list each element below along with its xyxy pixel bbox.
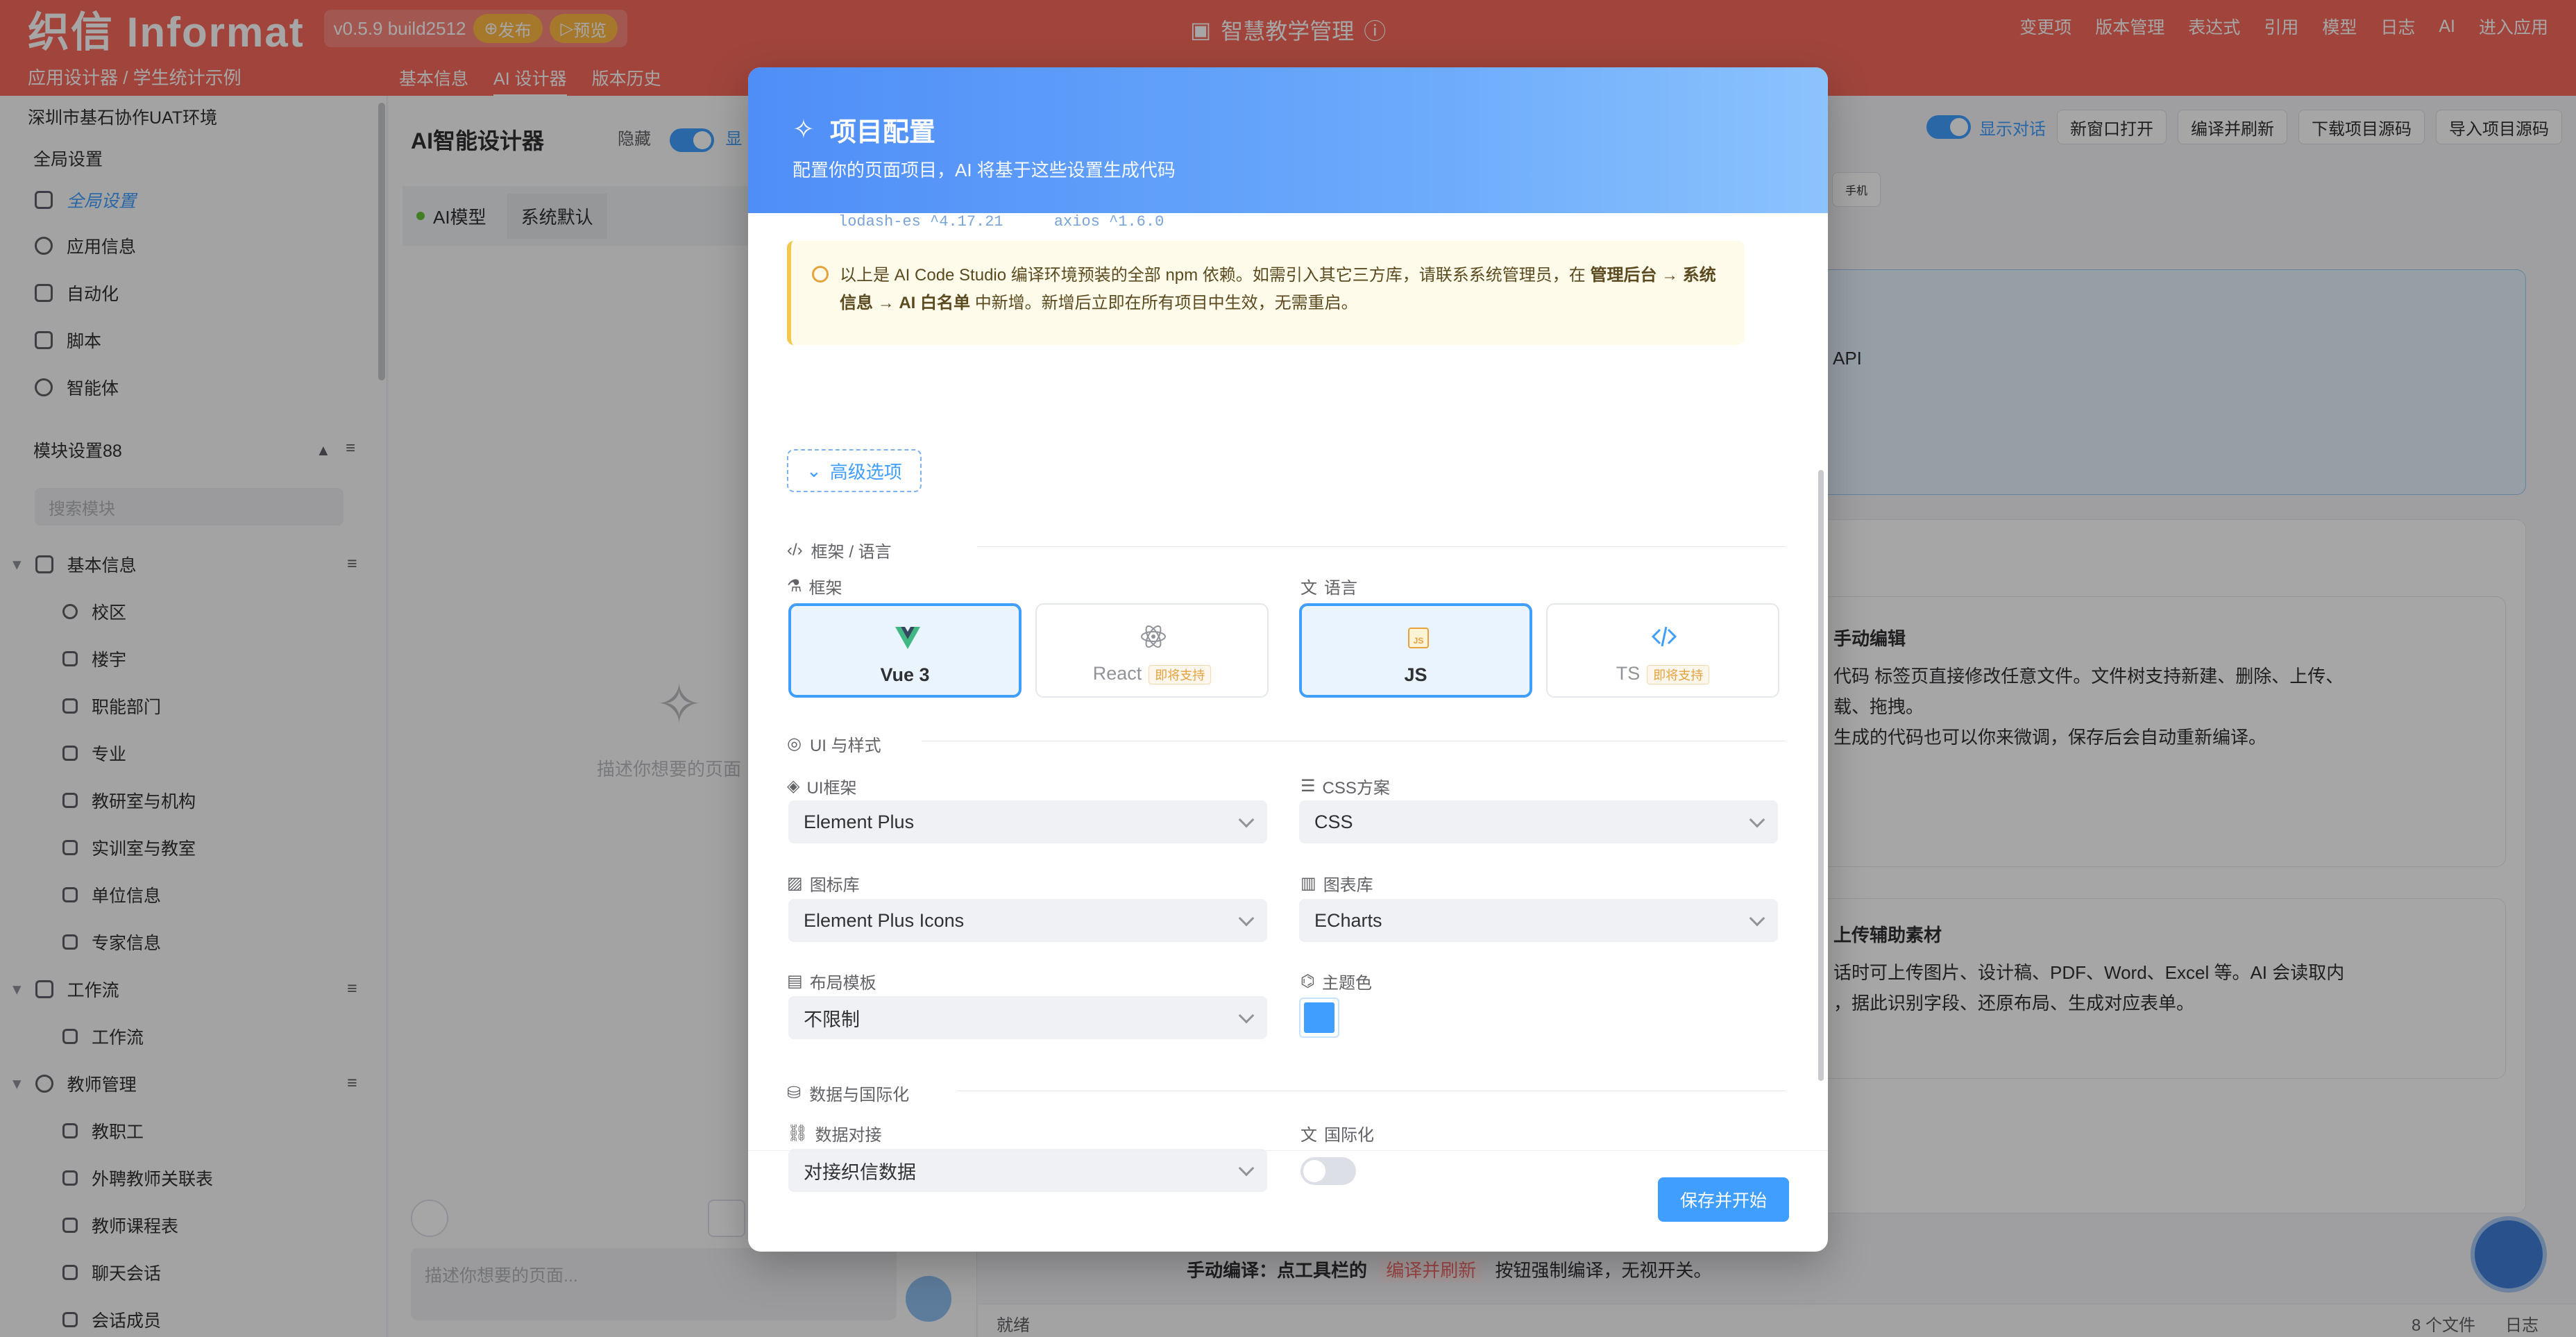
framework-label: ⚗ 框架	[787, 574, 842, 598]
magic-wand-icon: ✧	[793, 115, 815, 144]
database-icon: ⛁	[787, 1084, 802, 1102]
modal-body: lodash-es ^4.17.21 axios ^1.6.0 以上是 AI C…	[748, 213, 1828, 1220]
language-option-ts[interactable]: TS 即将支持	[1546, 603, 1779, 698]
npm-list: lodash-es ^4.17.21 axios ^1.6.0	[838, 213, 1164, 230]
warning-icon	[812, 266, 829, 283]
svg-text:JS: JS	[1414, 636, 1424, 646]
icon-lib-label-text: 图标库	[809, 876, 860, 895]
layers-icon: ◈	[787, 777, 800, 796]
theme-color-picker[interactable]	[1299, 998, 1339, 1038]
option-label: JS	[1404, 664, 1427, 685]
coming-soon-badge: 即将支持	[1149, 664, 1212, 684]
framework-label-text: 框架	[808, 579, 842, 598]
css-icon: ☰	[1300, 777, 1316, 796]
select-value: ECharts	[1314, 909, 1382, 931]
css-label: ☰ CSS方案	[1300, 774, 1390, 798]
advanced-options-button[interactable]: ⌄ 高级选项	[787, 449, 922, 492]
option-label-text: React	[1092, 663, 1142, 684]
language-label-text: 语言	[1324, 579, 1357, 598]
chevron-down-icon	[1238, 812, 1255, 828]
option-label-text: TS	[1616, 663, 1641, 684]
layout-label-text: 布局模板	[809, 974, 876, 993]
i18n-label-text: 国际化	[1324, 1126, 1374, 1145]
icon-lib-select[interactable]: Element Plus Icons	[788, 899, 1267, 942]
chart-lib-label: ▥ 图表库	[1300, 871, 1373, 895]
chevron-down-icon	[1238, 1007, 1255, 1024]
translate-icon: 文	[1300, 1126, 1317, 1145]
project-config-modal: ✧ 项目配置 配置你的页面项目，AI 将基于这些设置生成代码 lodash-es…	[748, 67, 1828, 1252]
section-label: 数据与国际化	[809, 1086, 910, 1104]
image-icon: ▨	[787, 874, 803, 893]
vue-icon	[895, 627, 920, 649]
notice-suffix: 中新增。新增后立即在所有项目中生效，无需重启。	[974, 294, 1358, 312]
select-value: CSS	[1314, 811, 1353, 832]
modal-scrollbar[interactable]	[1818, 470, 1824, 1081]
code-icon: ‹/›	[787, 540, 803, 560]
data-label: ⛓ 数据对接	[787, 1121, 881, 1145]
option-label: TS 即将支持	[1548, 663, 1778, 684]
theme-label: ⌬ 主题色	[1300, 969, 1372, 993]
section-framework: ‹/› 框架 / 语言	[787, 538, 892, 562]
react-icon	[1141, 625, 1166, 648]
select-value: Element Plus	[804, 811, 915, 832]
section-data: ⛁ 数据与国际化	[787, 1081, 909, 1105]
select-value: 不限制	[804, 1009, 860, 1030]
layout-icon: ▤	[787, 972, 803, 991]
theme-label-text: 主题色	[1321, 974, 1372, 993]
code-icon	[1651, 626, 1677, 647]
advanced-label: 高级选项	[829, 461, 902, 482]
dependency-notice: 以上是 AI Code Studio 编译环境预装的全部 npm 依赖。如需引入…	[787, 241, 1745, 345]
palette-icon: ◎	[787, 734, 802, 753]
link-icon: ⛓	[787, 1124, 808, 1143]
ui-framework-select[interactable]: Element Plus	[788, 800, 1267, 843]
modal-header: ✧ 项目配置 配置你的页面项目，AI 将基于这些设置生成代码	[748, 67, 1828, 213]
data-label-text: 数据对接	[815, 1126, 882, 1145]
chart-lib-select[interactable]: ECharts	[1299, 899, 1778, 942]
notice-prefix: 以上是 AI Code Studio 编译环境预装的全部 npm 依赖。如需引入…	[840, 266, 1586, 285]
js-icon: JS	[1408, 628, 1429, 648]
layout-label: ▤ 布局模板	[787, 969, 876, 993]
modal-footer: 保存并开始	[748, 1150, 1828, 1252]
ui-framework-label: ◈ UI框架	[787, 774, 856, 798]
modal-title: ✧ 项目配置	[793, 110, 935, 149]
language-label: 文语言	[1300, 574, 1357, 598]
modal-subtitle: 配置你的页面项目，AI 将基于这些设置生成代码	[793, 160, 1176, 180]
chevron-down-icon	[1749, 812, 1765, 828]
flask-icon: ⚗	[787, 577, 802, 596]
chevron-down-icon: ⌄	[806, 460, 822, 481]
section-label: 框架 / 语言	[811, 543, 892, 562]
css-select[interactable]: CSS	[1299, 800, 1778, 843]
layout-select[interactable]: 不限制	[788, 996, 1267, 1039]
chart-lib-label-text: 图表库	[1323, 876, 1373, 895]
framework-option-react[interactable]: React 即将支持	[1035, 603, 1269, 698]
option-label: Vue 3	[880, 664, 930, 685]
section-ui: ◎ UI 与样式	[787, 732, 881, 756]
language-option-js[interactable]: JS JS	[1299, 603, 1532, 698]
select-value: Element Plus Icons	[804, 909, 965, 931]
npm-item: axios ^1.6.0	[1053, 213, 1164, 230]
section-label: UI 与样式	[809, 737, 881, 755]
chart-icon: ▥	[1300, 874, 1316, 893]
ui-framework-label-text: UI框架	[806, 779, 857, 798]
divider	[977, 546, 1786, 547]
chevron-down-icon	[1238, 910, 1255, 927]
css-label-text: CSS方案	[1322, 779, 1390, 798]
npm-item: lodash-es ^4.17.21	[838, 213, 1003, 230]
notice-text: 以上是 AI Code Studio 编译环境预装的全部 npm 依赖。如需引入…	[840, 262, 1728, 317]
i18n-label: 文国际化	[1300, 1121, 1374, 1145]
brush-icon: ⌬	[1300, 972, 1315, 991]
chevron-down-icon	[1749, 910, 1765, 927]
option-label: React 即将支持	[1037, 663, 1267, 684]
modal-title-text: 项目配置	[829, 118, 935, 147]
framework-option-vue[interactable]: Vue 3	[788, 603, 1022, 698]
coming-soon-badge: 即将支持	[1647, 664, 1710, 684]
app-root: 织信 Informat v0.5.9 build2512 ⊕ 发布 ▷ 预览 ▣…	[0, 0, 2576, 1337]
save-and-start-button[interactable]: 保存并开始	[1657, 1177, 1789, 1222]
translate-icon: 文	[1300, 579, 1317, 598]
icon-lib-label: ▨ 图标库	[787, 871, 860, 895]
